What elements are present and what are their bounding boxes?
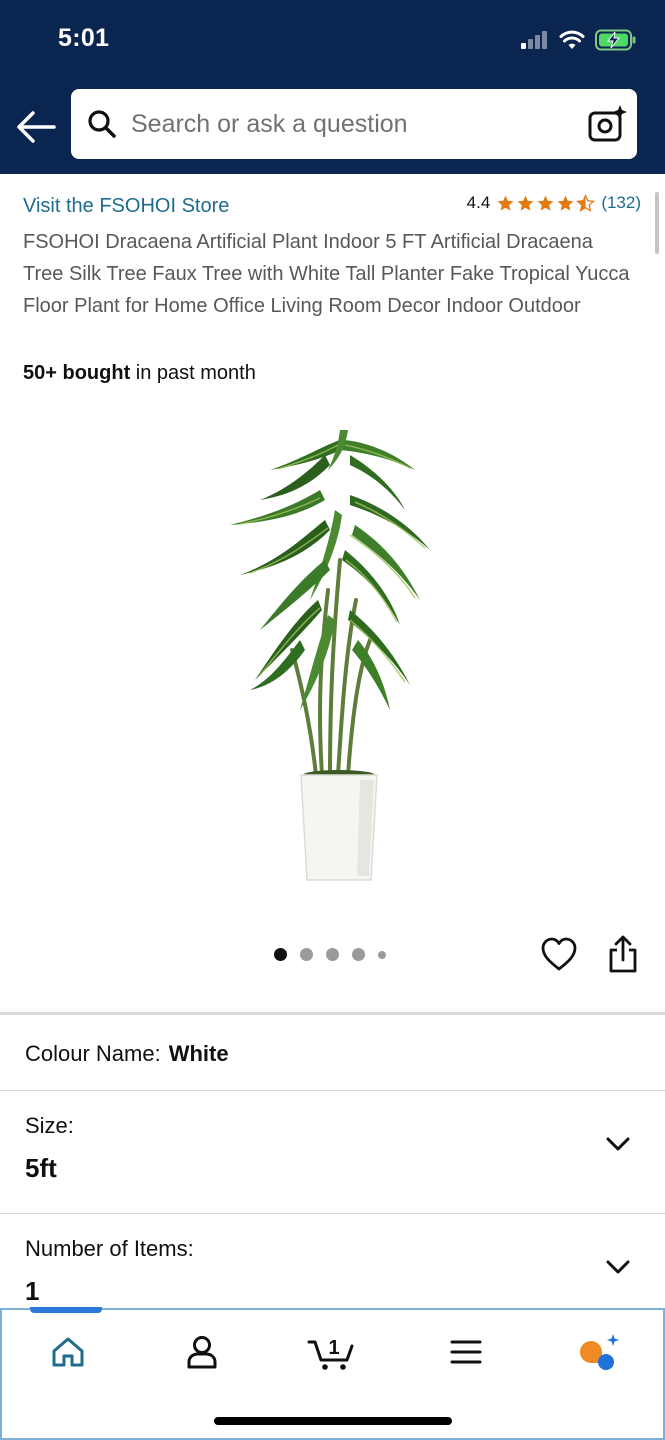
home-icon [52, 1337, 84, 1367]
size-value: 5ft [25, 1153, 57, 1183]
star-full-icon [557, 195, 574, 211]
top-header: 5:01 [0, 0, 665, 174]
nav-menu[interactable] [436, 1330, 496, 1374]
home-indicator-bar[interactable] [214, 1417, 452, 1425]
share-icon[interactable] [605, 934, 641, 974]
pager-dot-active[interactable] [274, 948, 287, 961]
quantity-selector[interactable]: Number of Items: 1 [0, 1214, 665, 1314]
search-input[interactable] [131, 104, 571, 144]
hamburger-menu-icon [450, 1340, 482, 1364]
cellular-signal-icon [521, 31, 547, 49]
search-icon [88, 110, 116, 138]
nav-account[interactable] [172, 1330, 232, 1374]
size-label: Size: [25, 1113, 74, 1138]
nav-active-indicator [30, 1307, 102, 1313]
heart-icon[interactable] [540, 936, 578, 974]
review-count[interactable]: (132) [601, 193, 641, 213]
rating-value: 4.4 [466, 193, 491, 212]
nav-cart[interactable]: 1 [302, 1330, 362, 1374]
bought-strong: 50+ bought [23, 362, 131, 384]
colour-label: Colour Name: [25, 1041, 161, 1066]
user-icon [187, 1336, 217, 1369]
scrollbar[interactable] [655, 192, 659, 254]
chevron-down-icon[interactable] [605, 1131, 631, 1157]
rufus-assistant-icon [580, 1334, 619, 1370]
items-label: Number of Items: [25, 1236, 194, 1261]
image-pager[interactable] [274, 948, 386, 961]
pager-dot[interactable] [326, 948, 339, 961]
nav-rufus[interactable] [568, 1330, 628, 1374]
star-full-icon [517, 195, 534, 211]
wifi-icon [559, 30, 585, 49]
back-button[interactable] [14, 105, 58, 149]
colour-row[interactable]: Colour Name: White [0, 1015, 665, 1091]
colour-option: Colour Name: White [25, 1041, 229, 1067]
arrow-left-icon [17, 111, 56, 143]
camera-search-icon[interactable] [587, 104, 627, 144]
cart-count: 1 [328, 1337, 339, 1359]
search-bar[interactable] [71, 89, 637, 159]
status-icons [521, 28, 637, 52]
pager-dot[interactable] [352, 948, 365, 961]
rating-stars [496, 193, 596, 213]
colour-value: White [168, 1041, 229, 1066]
status-time: 5:01 [58, 24, 110, 52]
nav-home[interactable] [38, 1330, 98, 1374]
pager-dot[interactable] [378, 950, 386, 959]
store-link[interactable]: Visit the FSOHOI Store [23, 195, 229, 218]
plant-leaves [230, 430, 430, 710]
star-full-icon [537, 195, 554, 211]
bought-rest: in past month [130, 362, 256, 384]
battery-charging-icon [595, 29, 636, 51]
star-full-icon [497, 195, 514, 211]
product-title: FSOHOI Dracaena Artificial Plant Indoor … [23, 231, 630, 317]
chevron-down-icon[interactable] [605, 1254, 631, 1280]
bought-count: 50+ bought in past month [23, 362, 256, 385]
product-rating[interactable]: 4.4 (132) [467, 193, 641, 213]
size-selector[interactable]: Size: 5ft [0, 1091, 665, 1214]
items-value: 1 [25, 1276, 40, 1306]
cart-icon: 1 [307, 1337, 354, 1370]
pager-dot[interactable] [300, 948, 313, 961]
product-image[interactable] [200, 410, 465, 890]
star-half-icon [576, 193, 596, 212]
